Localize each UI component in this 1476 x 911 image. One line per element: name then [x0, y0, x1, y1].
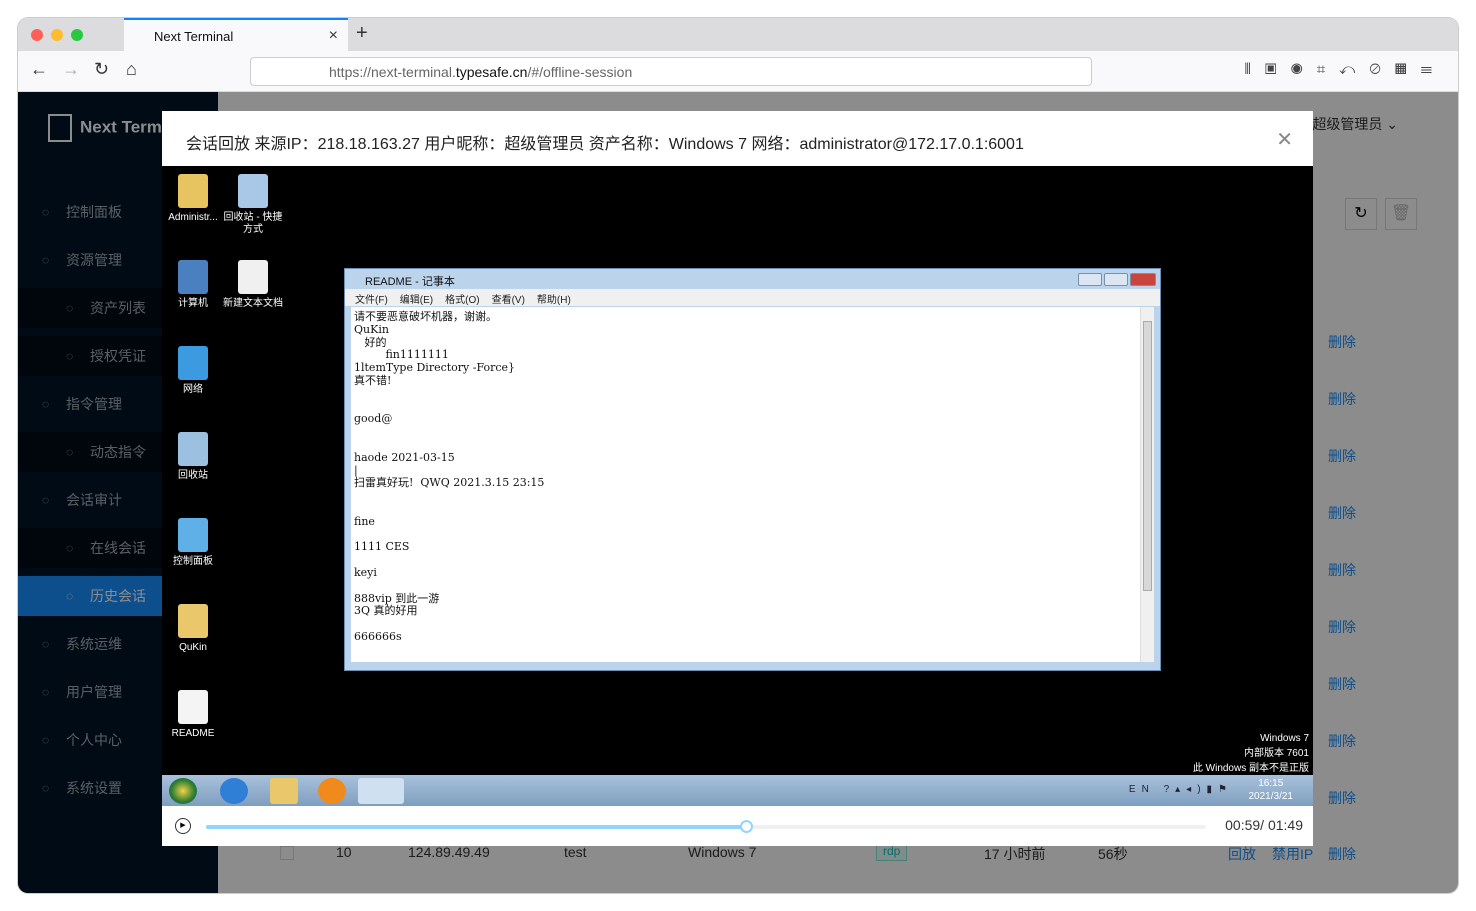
- taskbar: EN ?▴◂)▮⚑ 16:15 2021/3/21: [162, 775, 1313, 806]
- progress-slider[interactable]: [206, 820, 1206, 833]
- notepad-task-icon[interactable]: [358, 778, 404, 804]
- new-tab-button[interactable]: +: [356, 22, 368, 45]
- tab-bar: Next Terminal × +: [18, 18, 1458, 51]
- maximize-icon[interactable]: [1104, 273, 1128, 286]
- notepad-window[interactable]: README - 记事本 文件(F) 编辑(E) 格式(O) 查看(V) 帮助(H) 请…: [344, 268, 1161, 671]
- minimize-icon[interactable]: [1078, 273, 1102, 286]
- browser-toolbar: ← → ↻ ⌂ https://next-terminal.typesafe.c…: [18, 51, 1458, 92]
- clock[interactable]: 16:15 2021/3/21: [1249, 777, 1294, 803]
- time-display: 00:59/ 01:49: [1225, 817, 1303, 833]
- back-button[interactable]: ←: [30, 59, 48, 80]
- player-controls: ▶ 00:59/ 01:49: [162, 806, 1313, 846]
- forward-button[interactable]: →: [62, 59, 80, 80]
- scrollbar[interactable]: [1140, 307, 1154, 662]
- reload-button[interactable]: ↻: [94, 59, 109, 80]
- notepad-menu-item[interactable]: 格式(O): [445, 295, 479, 306]
- desktop-icon[interactable]: QuKin: [163, 604, 223, 654]
- tray-icons[interactable]: EN ?▴◂)▮⚑: [1129, 784, 1233, 795]
- maximize-button[interactable]: [71, 29, 83, 41]
- home-button[interactable]: ⌂: [126, 59, 137, 80]
- browser-window: Next Terminal × + ← → ↻ ⌂ https://next-te…: [18, 18, 1458, 893]
- notepad-title: README - 记事本: [365, 276, 455, 288]
- desktop-icon[interactable]: 网络: [163, 346, 223, 396]
- browser-tab[interactable]: Next Terminal ×: [124, 18, 348, 51]
- desktop-icon[interactable]: 回收站 - 快捷方式: [223, 174, 283, 236]
- play-icon[interactable]: ▶: [175, 818, 191, 834]
- slider-handle[interactable]: [740, 820, 753, 833]
- notepad-text[interactable]: 请不要恶意破坏机器，谢谢。 QuKin 好的 fin1111111 1ltemT…: [351, 307, 1154, 662]
- notepad-menu-item[interactable]: 查看(V): [492, 295, 525, 306]
- desktop-icon[interactable]: Administr...: [163, 174, 223, 224]
- remote-desktop-screen[interactable]: Administr... 回收站 - 快捷方式 计算机 新建文本文档 网络回收站控制面板…: [162, 166, 1313, 806]
- close-tab-icon[interactable]: ×: [329, 27, 338, 45]
- desktop-icon[interactable]: 新建文本文档: [223, 260, 283, 310]
- modal-title: 会话回放 来源IP：218.18.163.27 用户昵称：超级管理员 资产名称：…: [186, 136, 1024, 153]
- windows-watermark: Windows 7 内部版本 7601 此 Windows 副本不是正版: [1192, 733, 1309, 774]
- close-icon[interactable]: ✕: [1276, 127, 1293, 152]
- desktop-icon[interactable]: 计算机: [163, 260, 223, 310]
- url-bar[interactable]: https://next-terminal.typesafe.cn/#/offl…: [250, 57, 1092, 86]
- notepad-menu-item[interactable]: 文件(F): [355, 295, 388, 306]
- ie-icon[interactable]: [220, 778, 248, 804]
- media-player-icon[interactable]: [318, 778, 346, 804]
- desktop-icon[interactable]: 控制面板: [163, 518, 223, 568]
- explorer-icon[interactable]: [270, 778, 298, 804]
- notepad-menu-item[interactable]: 编辑(E): [400, 295, 433, 306]
- toolbar-icons[interactable]: ⫴▣◉⌗↶⊘▦☰: [1244, 61, 1446, 78]
- desktop-icon[interactable]: 回收站: [163, 432, 223, 482]
- replay-modal: 会话回放 来源IP：218.18.163.27 用户昵称：超级管理员 资产名称：…: [162, 111, 1313, 846]
- notepad-menu-item[interactable]: 帮助(H): [537, 295, 571, 306]
- start-button[interactable]: [169, 778, 197, 804]
- desktop-icon[interactable]: README: [163, 690, 223, 740]
- close-window-button[interactable]: [31, 29, 43, 41]
- minimize-button[interactable]: [51, 29, 63, 41]
- close-icon[interactable]: [1130, 273, 1156, 286]
